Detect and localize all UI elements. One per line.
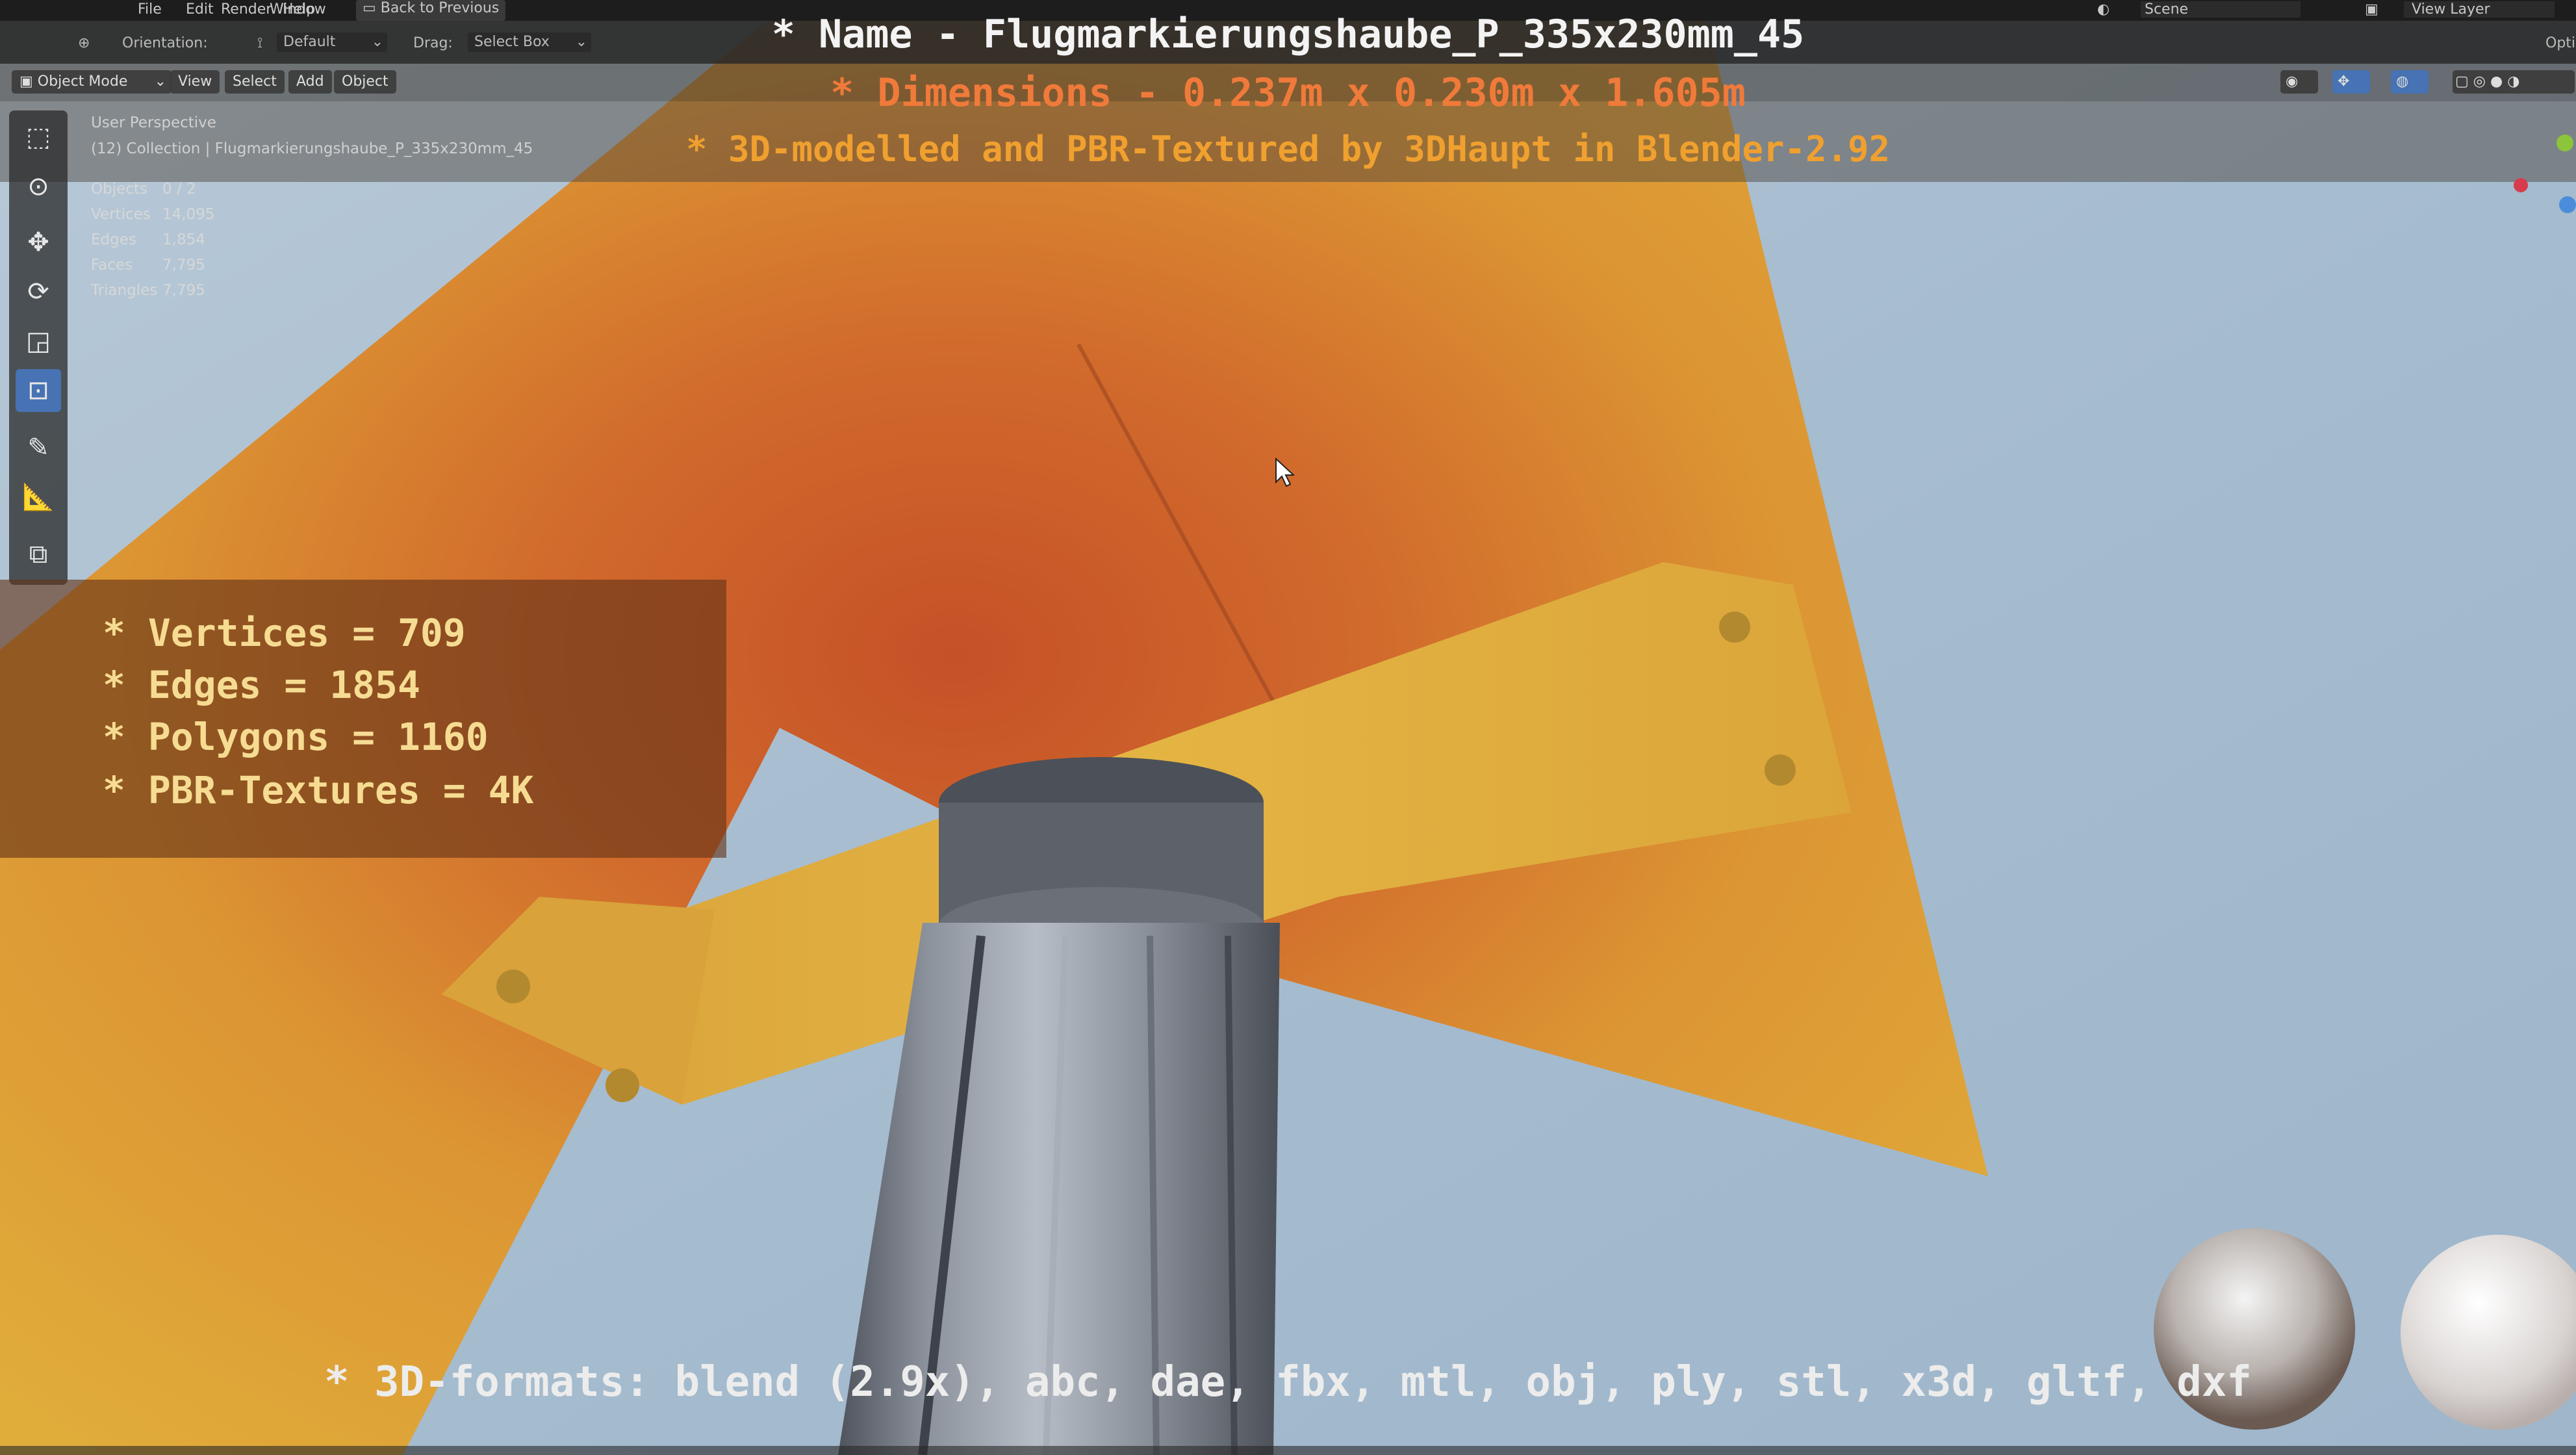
asset-credit-line: * 3D-modelled and PBR-Textured by 3DHaup… bbox=[685, 129, 1891, 170]
mouse-pointer-icon bbox=[1275, 457, 1294, 487]
mesh-stats-panel: * Vertices = 709 * Edges = 1854 * Polygo… bbox=[0, 580, 726, 858]
stat-edges: Edges 1,854 bbox=[91, 231, 205, 248]
transform-icon[interactable]: ⊡ bbox=[16, 369, 61, 412]
cursor-icon[interactable]: ⊙ bbox=[16, 165, 61, 208]
polygons-line: * Polygons = 1160 bbox=[103, 715, 489, 759]
asset-name-title: * Name - Flugmarkierungshaube_P_335x230m… bbox=[771, 12, 1805, 57]
measure-icon[interactable]: 📐 bbox=[16, 476, 61, 519]
asset-dimensions-title: * Dimensions - 0.237m x 0.230m x 1.605m bbox=[830, 70, 1746, 116]
vertices-line: * Vertices = 709 bbox=[103, 611, 466, 655]
status-bar bbox=[0, 1446, 2576, 1455]
stat-objects: Objects 0 / 2 bbox=[91, 181, 196, 198]
tool-shelf: ⬚ ⊙ ✥ ⟳ ◲ ⊡ ✎ 📐 ⧉ bbox=[9, 110, 68, 585]
stat-triangles: Triangles 7,795 bbox=[91, 282, 205, 299]
annotate-icon[interactable]: ✎ bbox=[16, 426, 61, 469]
rotate-icon[interactable]: ⟳ bbox=[16, 270, 61, 313]
edges-line: * Edges = 1854 bbox=[103, 663, 420, 707]
stat-vertices: Vertices 14,095 bbox=[91, 206, 215, 223]
formats-line: * 3D-formats: blend (2.9x), abc, dae, fb… bbox=[324, 1358, 2252, 1406]
scale-icon[interactable]: ◲ bbox=[16, 320, 61, 363]
pbr-textures-line: * PBR-Textures = 4K bbox=[103, 768, 534, 812]
add-cube-icon[interactable]: ⧉ bbox=[16, 533, 61, 576]
stat-faces: Faces 7,795 bbox=[91, 257, 205, 274]
move-icon[interactable]: ✥ bbox=[16, 221, 61, 264]
blender-window: File Edit Render Window Help ▭ Back to P… bbox=[0, 0, 2576, 1455]
scene-statistics: Objects 0 / 2 Vertices 14,095 Edges 1,854 F… bbox=[91, 181, 214, 307]
